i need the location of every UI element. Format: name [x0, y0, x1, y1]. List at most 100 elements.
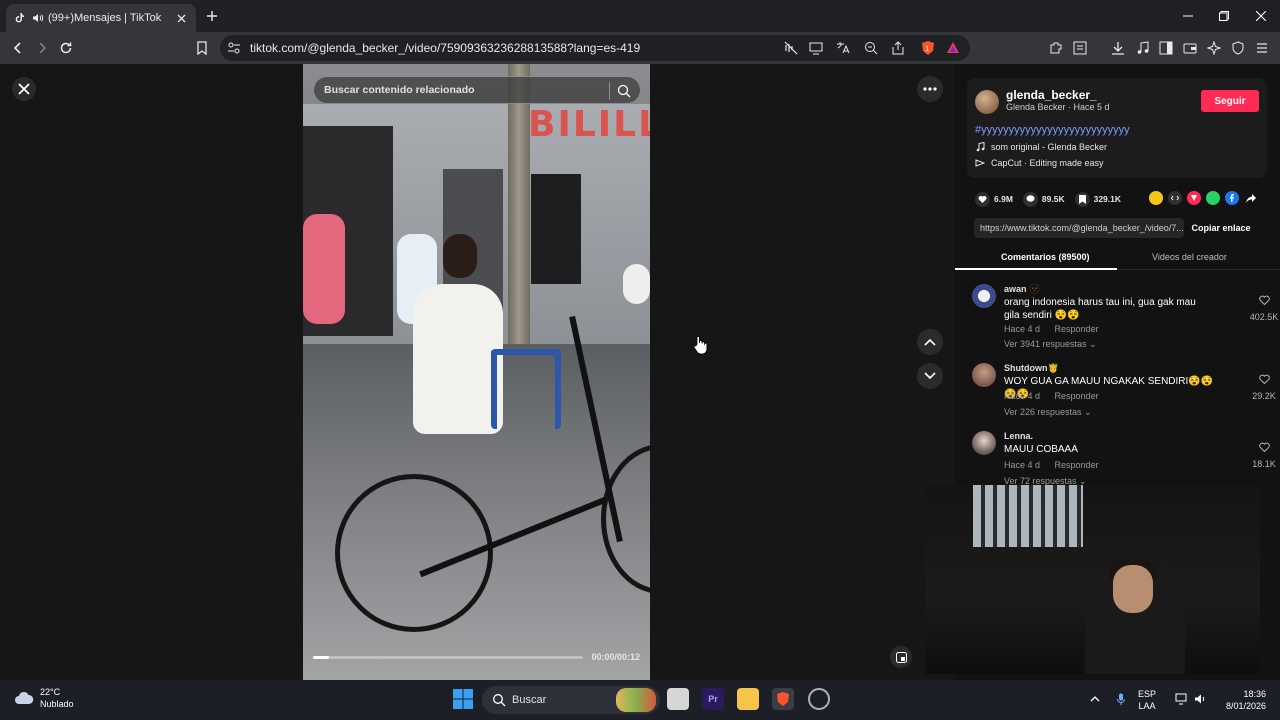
music-note-icon	[976, 142, 985, 152]
translate-icon[interactable]	[833, 38, 853, 58]
copy-link-button[interactable]: Copiar enlace	[1187, 218, 1255, 238]
follow-button[interactable]: Seguir	[1201, 90, 1259, 112]
weather-widget[interactable]: 22°C Nublado	[14, 686, 74, 710]
share-page-icon[interactable]	[888, 38, 908, 58]
video-timecode: 00:00/00:12	[591, 652, 640, 662]
chevron-up-icon[interactable]	[1086, 690, 1104, 708]
tab-comments[interactable]: Comentarios (89500)	[1001, 252, 1090, 262]
taskbar-search[interactable]: Buscar	[482, 686, 660, 714]
tab-creator-videos[interactable]: Videos del creador	[1152, 252, 1227, 262]
avatar[interactable]	[972, 284, 996, 308]
related-search-input[interactable]: Buscar contenido relacionado	[313, 76, 641, 104]
site-info-icon[interactable]	[226, 40, 242, 56]
maximize-icon[interactable]	[1214, 6, 1234, 26]
facebook-icon[interactable]	[1225, 191, 1239, 205]
extensions-icon[interactable]	[1046, 38, 1066, 58]
vpn-icon[interactable]	[1228, 38, 1248, 58]
share-arrow-icon[interactable]	[1244, 191, 1258, 205]
avatar[interactable]	[972, 431, 996, 455]
no-cast-icon[interactable]	[781, 38, 801, 58]
brave-shields-icon[interactable]: 1	[918, 38, 938, 58]
hand-cursor-icon	[693, 335, 708, 355]
menu-icon[interactable]	[1252, 38, 1272, 58]
bookmark-icon[interactable]	[192, 38, 212, 58]
clock-date: 8/01/2026	[1225, 701, 1266, 711]
brave-browser-icon[interactable]	[772, 688, 794, 710]
cast-icon[interactable]	[806, 38, 826, 58]
volume-icon[interactable]	[1191, 690, 1209, 708]
windows-start-icon[interactable]	[452, 688, 474, 710]
share-link-field[interactable]: https://www.tiktok.com/@glenda_becker_/v…	[974, 218, 1184, 238]
downloads-icon[interactable]	[1108, 38, 1128, 58]
microphone-icon[interactable]	[1112, 690, 1130, 708]
close-video-button[interactable]	[12, 77, 36, 101]
comment-author[interactable]: awan 🫥	[1004, 284, 1040, 295]
video-scene-door	[531, 174, 581, 284]
forward-icon[interactable]	[32, 38, 52, 58]
close-window-icon[interactable]	[1251, 6, 1271, 26]
save-button[interactable]: 329.1K	[1074, 191, 1121, 207]
share-tiktok-friends-icon[interactable]	[1187, 191, 1201, 205]
view-replies-button[interactable]: Ver 3941 respuestas ⌄	[1004, 339, 1097, 350]
sidebar-icon[interactable]	[1156, 38, 1176, 58]
reply-button[interactable]: Responder	[1055, 460, 1099, 470]
file-explorer-icon[interactable]	[737, 688, 759, 710]
whatsapp-icon[interactable]	[1206, 191, 1220, 205]
system-clock[interactable]: 18:36 8/01/2026	[1214, 688, 1266, 712]
comment-like-button[interactable]: 402.5K	[1244, 292, 1280, 322]
video-player[interactable]: BILILLE Buscar contenido relacionado 00:…	[303, 64, 650, 680]
url-text[interactable]: tiktok.com/@glenda_becker_/video/7590936…	[250, 41, 640, 55]
avatar[interactable]	[975, 90, 999, 114]
next-video-button[interactable]	[917, 363, 943, 389]
music-label: som original - Glenda Becker	[991, 142, 1108, 152]
wallet-icon[interactable]	[1180, 38, 1200, 58]
brave-rewards-icon[interactable]	[943, 38, 963, 58]
browser-tab[interactable]: (99+)Mensajes | TikTok	[6, 4, 196, 32]
video-progress-bar[interactable]	[313, 656, 583, 659]
new-tab-icon[interactable]	[204, 8, 220, 24]
network-icon[interactable]	[1172, 690, 1190, 708]
input-language[interactable]: ESP LAA	[1138, 688, 1156, 712]
obs-icon[interactable]	[808, 688, 830, 710]
like-button[interactable]: 6.9M	[975, 191, 1013, 207]
comment-like-button[interactable]: 29.2K	[1244, 371, 1280, 401]
comment-author[interactable]: Shutdown🤴	[1004, 363, 1059, 374]
zoom-icon[interactable]	[861, 38, 881, 58]
speaker-icon[interactable]	[32, 12, 44, 24]
premiere-pro-icon[interactable]: Pr	[702, 688, 724, 710]
more-options-button[interactable]	[917, 76, 943, 102]
media-icon[interactable]	[1133, 38, 1153, 58]
embed-code-icon[interactable]	[1168, 191, 1182, 205]
address-bar[interactable]: tiktok.com/@glenda_becker_/video/7590936…	[220, 35, 970, 61]
share-coins-icon[interactable]	[1149, 191, 1163, 205]
reply-button[interactable]: Responder	[1055, 324, 1099, 334]
search-icon[interactable]	[616, 83, 632, 99]
comment-like-count: 402.5K	[1249, 312, 1279, 322]
bookmark-save-icon	[1078, 194, 1086, 204]
reader-icon[interactable]	[1070, 38, 1090, 58]
comment-time: Hace 4 d	[1004, 460, 1041, 470]
reload-icon[interactable]	[56, 38, 76, 58]
mini-player-button[interactable]	[890, 646, 912, 668]
author-username[interactable]: glenda_becker_	[1006, 88, 1097, 102]
comment-tabs: Comentarios (89500) Videos del creador	[955, 248, 1280, 270]
task-view-icon[interactable]	[667, 688, 689, 710]
comment-text: orang indonesia harus tau ini, gua gak m…	[1004, 297, 1196, 321]
comment-item: awan 🫥 orang indonesia harus tau ini, gu…	[972, 284, 1278, 354]
avatar[interactable]	[972, 363, 996, 387]
tab-close-icon[interactable]	[174, 11, 188, 25]
view-replies-button[interactable]: Ver 226 respuestas ⌄	[1004, 407, 1092, 418]
minimize-icon[interactable]	[1178, 6, 1198, 26]
leo-ai-icon[interactable]	[1204, 38, 1224, 58]
weather-condition: Nublado	[40, 699, 74, 709]
video-scene-sign: BILILLE	[528, 104, 650, 145]
back-icon[interactable]	[8, 38, 28, 58]
comment-author[interactable]: Lenna.	[1004, 431, 1033, 441]
comment-like-button[interactable]: 18.1K	[1244, 439, 1280, 469]
capcut-link[interactable]: CapCut · Editing made easy	[975, 158, 1104, 168]
video-hashtag[interactable]: #yyyyyyyyyyyyyyyyyyyyyyyyyyy	[975, 124, 1130, 136]
reply-button[interactable]: Responder	[1055, 391, 1099, 401]
music-link[interactable]: som original - Glenda Becker	[975, 142, 1107, 152]
comment-button[interactable]: 89.5K	[1022, 191, 1065, 207]
previous-video-button[interactable]	[917, 329, 943, 355]
